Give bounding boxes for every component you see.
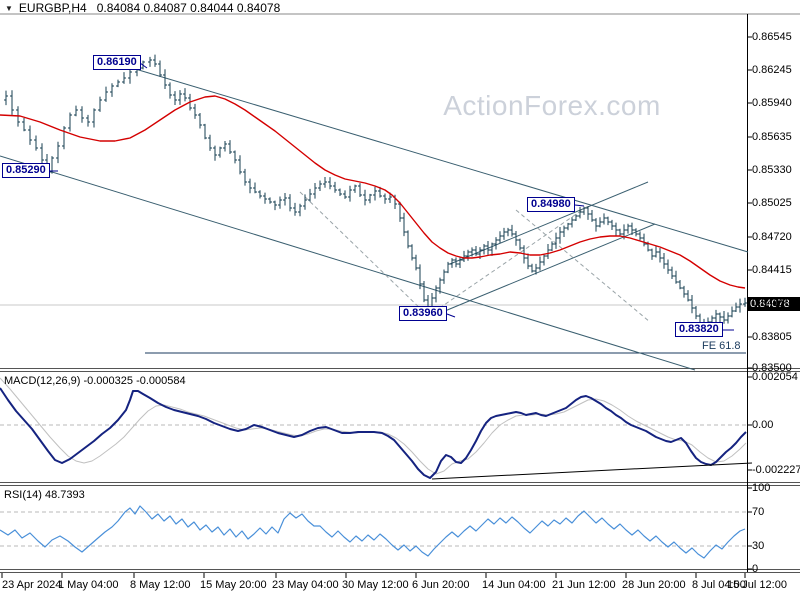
y-axis-price-label: 0.86545 (752, 31, 792, 43)
x-axis-date-label: 15 Jul 12:00 (727, 579, 787, 591)
x-axis-date-label: 28 Jun 20:00 (622, 579, 686, 591)
y-axis-price-label: 0.85330 (752, 164, 792, 176)
y-axis-price-label: 0.85025 (752, 197, 792, 209)
price-level-tag: 0.85290 (2, 163, 50, 178)
x-axis-date-label: 23 Apr 2024 (2, 579, 62, 591)
x-axis-date-label: 30 May 12:00 (342, 579, 409, 591)
ohlc-quote-label: 0.84084 0.84087 0.84044 0.84078 (96, 1, 281, 15)
y-axis-price-label: 0.85940 (752, 97, 792, 109)
title-bar: ▼ EURGBP,H4 0.84084 0.84087 0.84044 0.8407… (5, 1, 280, 15)
x-axis-date-label: 23 May 04:00 (272, 579, 339, 591)
price-level-tag: 0.83820 (675, 322, 723, 337)
x-axis-date-label: 15 May 20:00 (200, 579, 267, 591)
x-axis-date-label: 6 Jun 20:00 (412, 579, 470, 591)
y-axis-macd-label: 0.00 (752, 419, 774, 431)
y-axis-rsi-label: 100 (752, 482, 771, 494)
level-connector-line (574, 204, 585, 207)
macd-line (0, 387, 747, 479)
symbol-period-label: EURGBP,H4 (18, 1, 87, 15)
y-axis-price-label: 0.86245 (752, 64, 792, 76)
y-axis-rsi-label: 0 (752, 563, 759, 575)
y-axis-rsi-label: 30 (752, 540, 765, 552)
x-axis-date-label: 14 Jun 04:00 (482, 579, 546, 591)
rsi-indicator-label: RSI(14) 48.7393 (4, 489, 85, 501)
y-axis-price-label: 0.85635 (752, 131, 792, 143)
watermark: ActionForex.com (443, 90, 661, 121)
macd-trendline (431, 462, 753, 480)
chart-window: ▼ EURGBP,H4 0.84084 0.84087 0.84044 0.8407… (0, 0, 800, 600)
trendline (0, 155, 696, 371)
moving-average-line (0, 95, 746, 289)
y-axis-price-label: 0.84110 (752, 297, 791, 309)
y-axis-rsi-label: 70 (752, 506, 765, 518)
rsi-line (0, 505, 746, 559)
price-level-tag: 0.83960 (399, 306, 447, 321)
collapse-indicator-icon[interactable]: ▼ (5, 4, 13, 13)
y-axis-price-label: 0.84415 (752, 264, 792, 276)
x-axis-date-label: 21 Jun 12:00 (552, 579, 616, 591)
trendline (427, 223, 656, 319)
price-level-tag: 0.84980 (527, 197, 575, 212)
fibonacci-expansion-label: FE 61.8 (702, 340, 741, 352)
x-axis-date-label: 1 May 04:00 (58, 579, 119, 591)
y-axis-price-label: 0.84720 (752, 231, 792, 243)
y-axis-macd-label: -0.002227 (752, 464, 800, 476)
price-level-tag: 0.86190 (93, 55, 141, 70)
level-connector-line (446, 313, 456, 318)
macd-indicator-label: MACD(12,26,9) -0.000325 -0.000584 (4, 375, 186, 387)
y-axis-macd-label: 0.002054 (752, 371, 798, 383)
x-axis-date-label: 8 May 12:00 (130, 579, 191, 591)
y-axis-price-label: 0.83805 (752, 331, 792, 343)
